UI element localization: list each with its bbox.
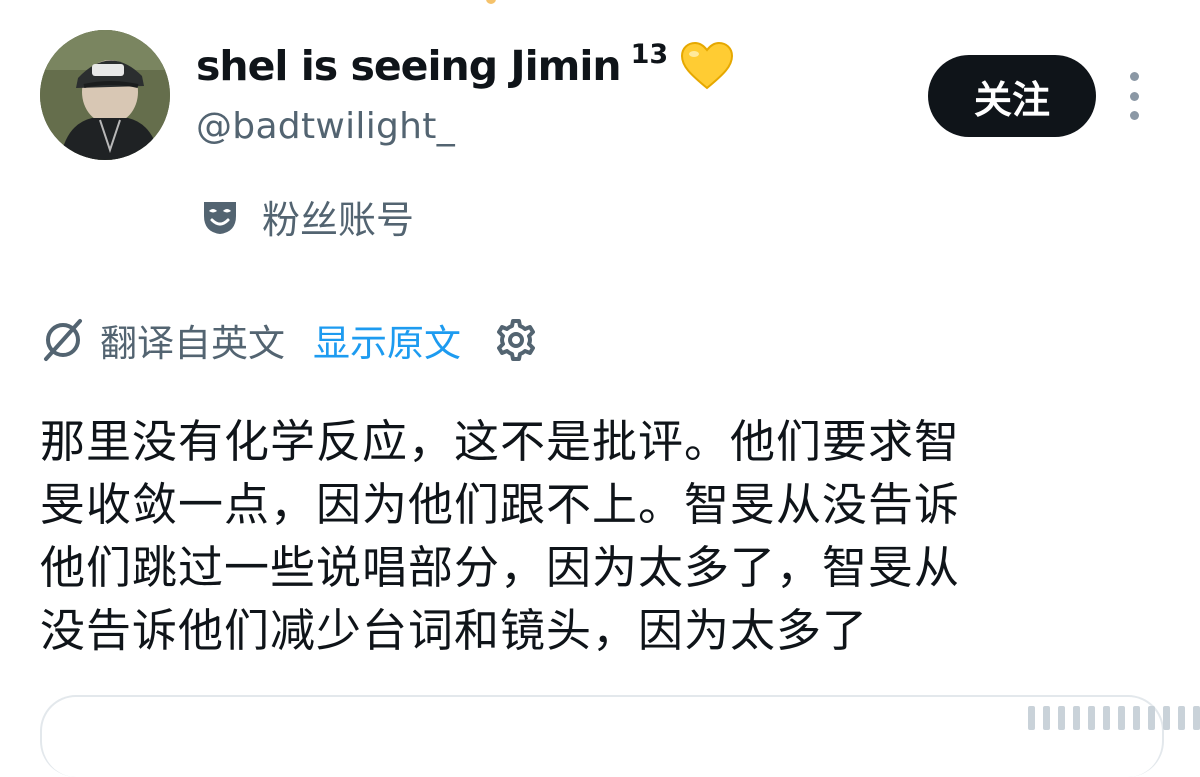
name-superscript: 13 bbox=[630, 38, 669, 70]
fan-account-label-row: 粉丝账号 bbox=[200, 190, 414, 242]
tweet-text-line: 那里没有化学反应，这不是批评。他们要求智 bbox=[40, 415, 961, 468]
gear-icon[interactable] bbox=[493, 317, 539, 363]
masquerade-mask-icon bbox=[204, 202, 236, 234]
translation-bar: 翻译自英文 显示原文 bbox=[40, 312, 539, 368]
follow-button[interactable]: 关注 bbox=[928, 55, 1096, 137]
translation-label: 翻译自英文 bbox=[100, 322, 285, 365]
yellow-heart-icon bbox=[680, 41, 734, 90]
avatar[interactable] bbox=[40, 30, 170, 160]
embedded-card-edge[interactable] bbox=[40, 695, 1164, 777]
fan-account-label: 粉丝账号 bbox=[262, 197, 415, 242]
more-vertical-icon[interactable] bbox=[1118, 72, 1150, 120]
author-name-row: shel is seeing Jimin 13 bbox=[196, 34, 734, 98]
scroll-indicator bbox=[1028, 706, 1200, 730]
tweet-text-line: 他们跳过一些说唱部分，因为太多了，智旻从 bbox=[40, 541, 961, 594]
tweet-text-line: 没告诉他们减少台词和镜头，因为太多了 bbox=[40, 604, 869, 657]
translate-icon bbox=[44, 319, 82, 361]
display-name[interactable]: shel is seeing Jimin bbox=[196, 42, 622, 90]
tweet-text: 那里没有化学反应，这不是批评。他们要求智 旻收敛一点，因为他们跟不上。智旻从没告… bbox=[40, 410, 1150, 662]
show-original-link[interactable]: 显示原文 bbox=[313, 313, 461, 367]
tweet-text-line: 旻收敛一点，因为他们跟不上。智旻从没告诉 bbox=[40, 478, 961, 531]
author-handle[interactable]: @badtwilight_ bbox=[196, 106, 455, 147]
top-decoration-dot bbox=[486, 0, 496, 4]
